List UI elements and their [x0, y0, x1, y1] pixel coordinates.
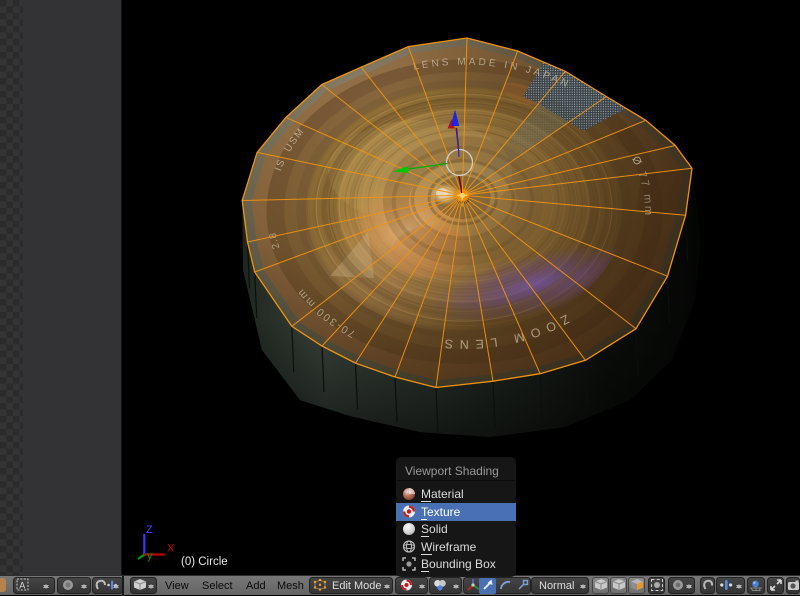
- svg-text:y: y: [147, 550, 153, 562]
- svg-text:Z: Z: [146, 524, 153, 536]
- svg-text:X: X: [167, 543, 175, 555]
- svg-text:A: A: [19, 581, 25, 591]
